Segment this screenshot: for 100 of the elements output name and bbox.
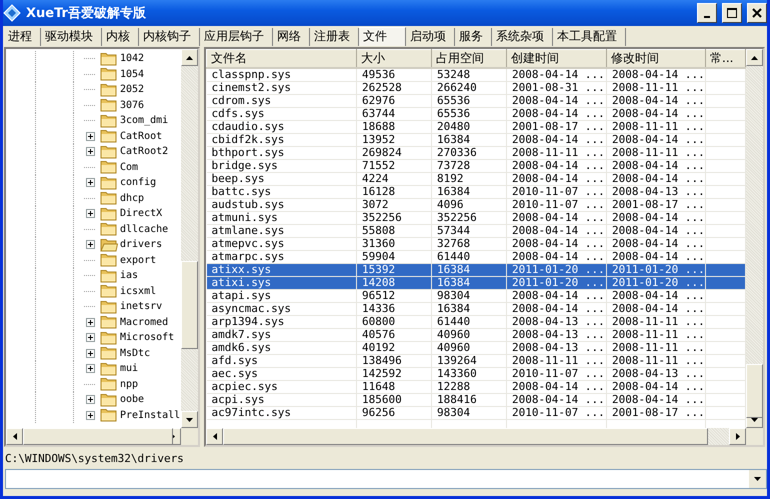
folder-name[interactable]: export <box>120 254 156 266</box>
file-row[interactable]: cdfs.sys 63744 65536 2008-04-14 ... 2008-04-14 ... <box>206 108 746 120</box>
folder-name[interactable]: Com <box>120 162 138 173</box>
file-row[interactable]: atmlane.sys 55808 57344 2008-04-14 ... 2008-04-14 ... <box>206 224 746 238</box>
expand-icon[interactable] <box>86 132 95 141</box>
folder-name[interactable]: Microsoft <box>120 332 174 344</box>
table-cell: atixx.sys <box>206 264 356 276</box>
table-cell: 57344 <box>432 224 506 238</box>
expand-icon[interactable] <box>86 318 95 327</box>
down-arrow-icon[interactable] <box>751 418 758 422</box>
right-arrow-icon[interactable] <box>736 433 740 440</box>
minimize-button[interactable] <box>697 3 717 23</box>
table-cell: 2008-04-14 ... <box>506 302 606 316</box>
vertical-scrollbar[interactable] <box>181 49 198 428</box>
file-row[interactable]: arp1394.sys 60800 61440 2008-04-13 ... 2008-11-11 ... <box>206 316 746 328</box>
horizontal-scrollbar[interactable] <box>6 428 198 445</box>
file-row[interactable]: bthport.sys 269824 270336 2008-11-11 ... 2008-11-11 ... <box>206 146 746 160</box>
column-header[interactable]: 常... <box>706 50 746 68</box>
file-row[interactable]: afd.sys 138496 139264 2008-11-11 ... 2008-11-11 ... <box>206 354 746 368</box>
folder-name[interactable]: config <box>120 177 156 188</box>
dropdown-arrow-icon[interactable] <box>754 477 761 481</box>
table-cell: 2008-04-14 ... <box>506 94 606 108</box>
file-row[interactable]: amdk7.sys 40576 40960 2008-04-13 ... 2008-11-11 ... <box>206 328 746 342</box>
expand-icon[interactable] <box>86 147 95 156</box>
table-cell: cdfs.sys <box>206 108 356 120</box>
folder-name[interactable]: ias <box>120 270 138 282</box>
file-row[interactable]: asyncmac.sys 14336 16384 2008-04-14 ... 2008-04-14 ... <box>206 302 746 316</box>
column-header[interactable]: 创建时间 <box>506 50 606 68</box>
file-row[interactable]: audstub.sys 3072 4096 2010-11-07 ... 2001-08-17 ... <box>206 198 746 212</box>
table-cell: 2010-11-07 ... <box>506 198 606 212</box>
folder-name[interactable]: MsDtc <box>120 348 150 359</box>
table-cell: 270336 <box>432 146 506 160</box>
folder-name[interactable]: npp <box>120 378 138 390</box>
folder-name[interactable]: 1054 <box>120 68 144 80</box>
expand-icon[interactable] <box>86 240 95 250</box>
folder-name[interactable]: PreInstall <box>120 410 180 421</box>
maximize-button[interactable] <box>722 3 742 23</box>
file-row[interactable]: atapi.sys 96512 98304 2008-04-14 ... 2008-04-14 ... <box>206 290 746 302</box>
column-header[interactable]: 大小 <box>356 50 432 68</box>
file-row[interactable]: ac97intc.sys 96256 98304 2010-11-07 ... 2001-08-17 ... <box>206 406 746 420</box>
scroll-thumb[interactable] <box>181 261 198 349</box>
folder-name[interactable]: CatRoot <box>120 130 162 142</box>
vertical-scrollbar[interactable] <box>746 49 763 428</box>
file-row[interactable]: aec.sys 142592 143360 2010-11-07 ... 2008-04-13 ... <box>206 368 746 380</box>
scroll-thumb[interactable] <box>23 428 173 445</box>
file-row[interactable]: cdaudio.sys 18688 20480 2001-08-17 ... 2008-11-11 ... <box>206 120 746 134</box>
folder-name[interactable]: Macromed <box>120 316 168 328</box>
up-arrow-icon[interactable] <box>186 56 193 60</box>
file-row[interactable]: atmepvc.sys 31360 32768 2008-04-14 ... 2008-04-14 ... <box>206 238 746 250</box>
column-header[interactable]: 修改时间 <box>606 50 706 68</box>
file-row[interactable]: atixi.sys 14208 16384 2011-01-20 ... 2011-01-20 ... <box>206 276 746 290</box>
left-arrow-icon[interactable] <box>12 433 16 440</box>
folder-name[interactable]: 1042 <box>120 53 144 64</box>
file-row[interactable]: cinemst2.sys 262528 266240 2001-08-31 ... 2008-11-11 ... <box>206 82 746 94</box>
right-arrow-icon[interactable] <box>170 433 174 440</box>
expand-icon[interactable] <box>86 410 95 420</box>
tab[interactable]: 文件 <box>359 27 406 46</box>
folder-name[interactable]: dhcp <box>120 192 144 204</box>
table-cell: 2008-04-14 ... <box>506 134 606 146</box>
folder-name[interactable]: CatRoot2 <box>120 146 168 158</box>
folder-name[interactable]: inetsrv <box>120 301 162 312</box>
folder-name[interactable]: 3com_dmi <box>120 115 168 126</box>
expand-icon[interactable] <box>86 209 95 218</box>
scrollbar-corner <box>746 428 763 445</box>
scroll-thumb[interactable] <box>746 364 763 418</box>
table-cell: atmlane.sys <box>206 224 356 238</box>
expand-icon[interactable] <box>86 364 95 374</box>
close-button[interactable] <box>747 3 767 23</box>
file-row[interactable]: battc.sys 16128 16384 2010-11-07 ... 2008-04-13 ... <box>206 186 746 198</box>
expand-icon[interactable] <box>86 178 95 188</box>
folder-name[interactable]: DirectX <box>120 208 162 220</box>
folder-name[interactable]: oobe <box>120 394 144 406</box>
expand-icon[interactable] <box>86 348 95 358</box>
column-header[interactable]: 占用空间 <box>432 50 506 68</box>
folder-name[interactable]: 2052 <box>120 84 144 96</box>
folder-name[interactable]: dllcache <box>120 224 168 235</box>
file-row[interactable]: acpiec.sys 11648 12288 2008-04-14 ... 2008-04-14 ... <box>206 380 746 394</box>
file-row[interactable]: atixx.sys 15392 16384 2011-01-20 ... 2011-01-20 ... <box>206 264 746 276</box>
down-arrow-icon[interactable] <box>186 418 193 422</box>
table-cell: 2008-11-11 ... <box>506 146 606 160</box>
folder-name[interactable]: drivers <box>120 239 162 250</box>
folder-name[interactable]: mui <box>120 363 138 374</box>
up-arrow-icon[interactable] <box>751 56 758 60</box>
left-arrow-icon[interactable] <box>212 433 216 440</box>
file-row[interactable]: cbidf2k.sys 13952 16384 2008-04-14 ... 2008-04-14 ... <box>206 134 746 146</box>
file-row[interactable]: beep.sys 4224 8192 2008-04-14 ... 2008-04-14 ... <box>206 172 746 186</box>
file-row[interactable]: cdrom.sys 62976 65536 2008-04-14 ... 2008-04-14 ... <box>206 94 746 108</box>
file-row[interactable]: amdk6.sys 40192 40960 2008-04-13 ... 2008-11-11 ... <box>206 342 746 354</box>
folder-name[interactable]: icsxml <box>120 286 156 297</box>
file-row[interactable]: bridge.sys 71552 73728 2008-04-14 ... 2008-04-14 ... <box>206 160 746 172</box>
folder-name[interactable]: 3076 <box>120 100 144 111</box>
table-cell: 2008-04-14 ... <box>506 224 606 238</box>
expand-icon[interactable] <box>86 395 95 404</box>
file-row[interactable]: atmuni.sys 352256 352256 2008-04-14 ... 2008-04-14 ... <box>206 212 746 224</box>
file-row[interactable]: classpnp.sys 49536 53248 2008-04-14 ... 2008-04-14 ... <box>206 68 746 82</box>
table-cell: amdk6.sys <box>206 342 356 354</box>
column-header[interactable]: 文件名 <box>206 50 356 68</box>
file-row[interactable]: acpi.sys 185600 188416 2008-04-14 ... 2008-04-14 ... <box>206 394 746 406</box>
expand-icon[interactable] <box>86 333 95 342</box>
table-cell: 98304 <box>432 290 506 302</box>
